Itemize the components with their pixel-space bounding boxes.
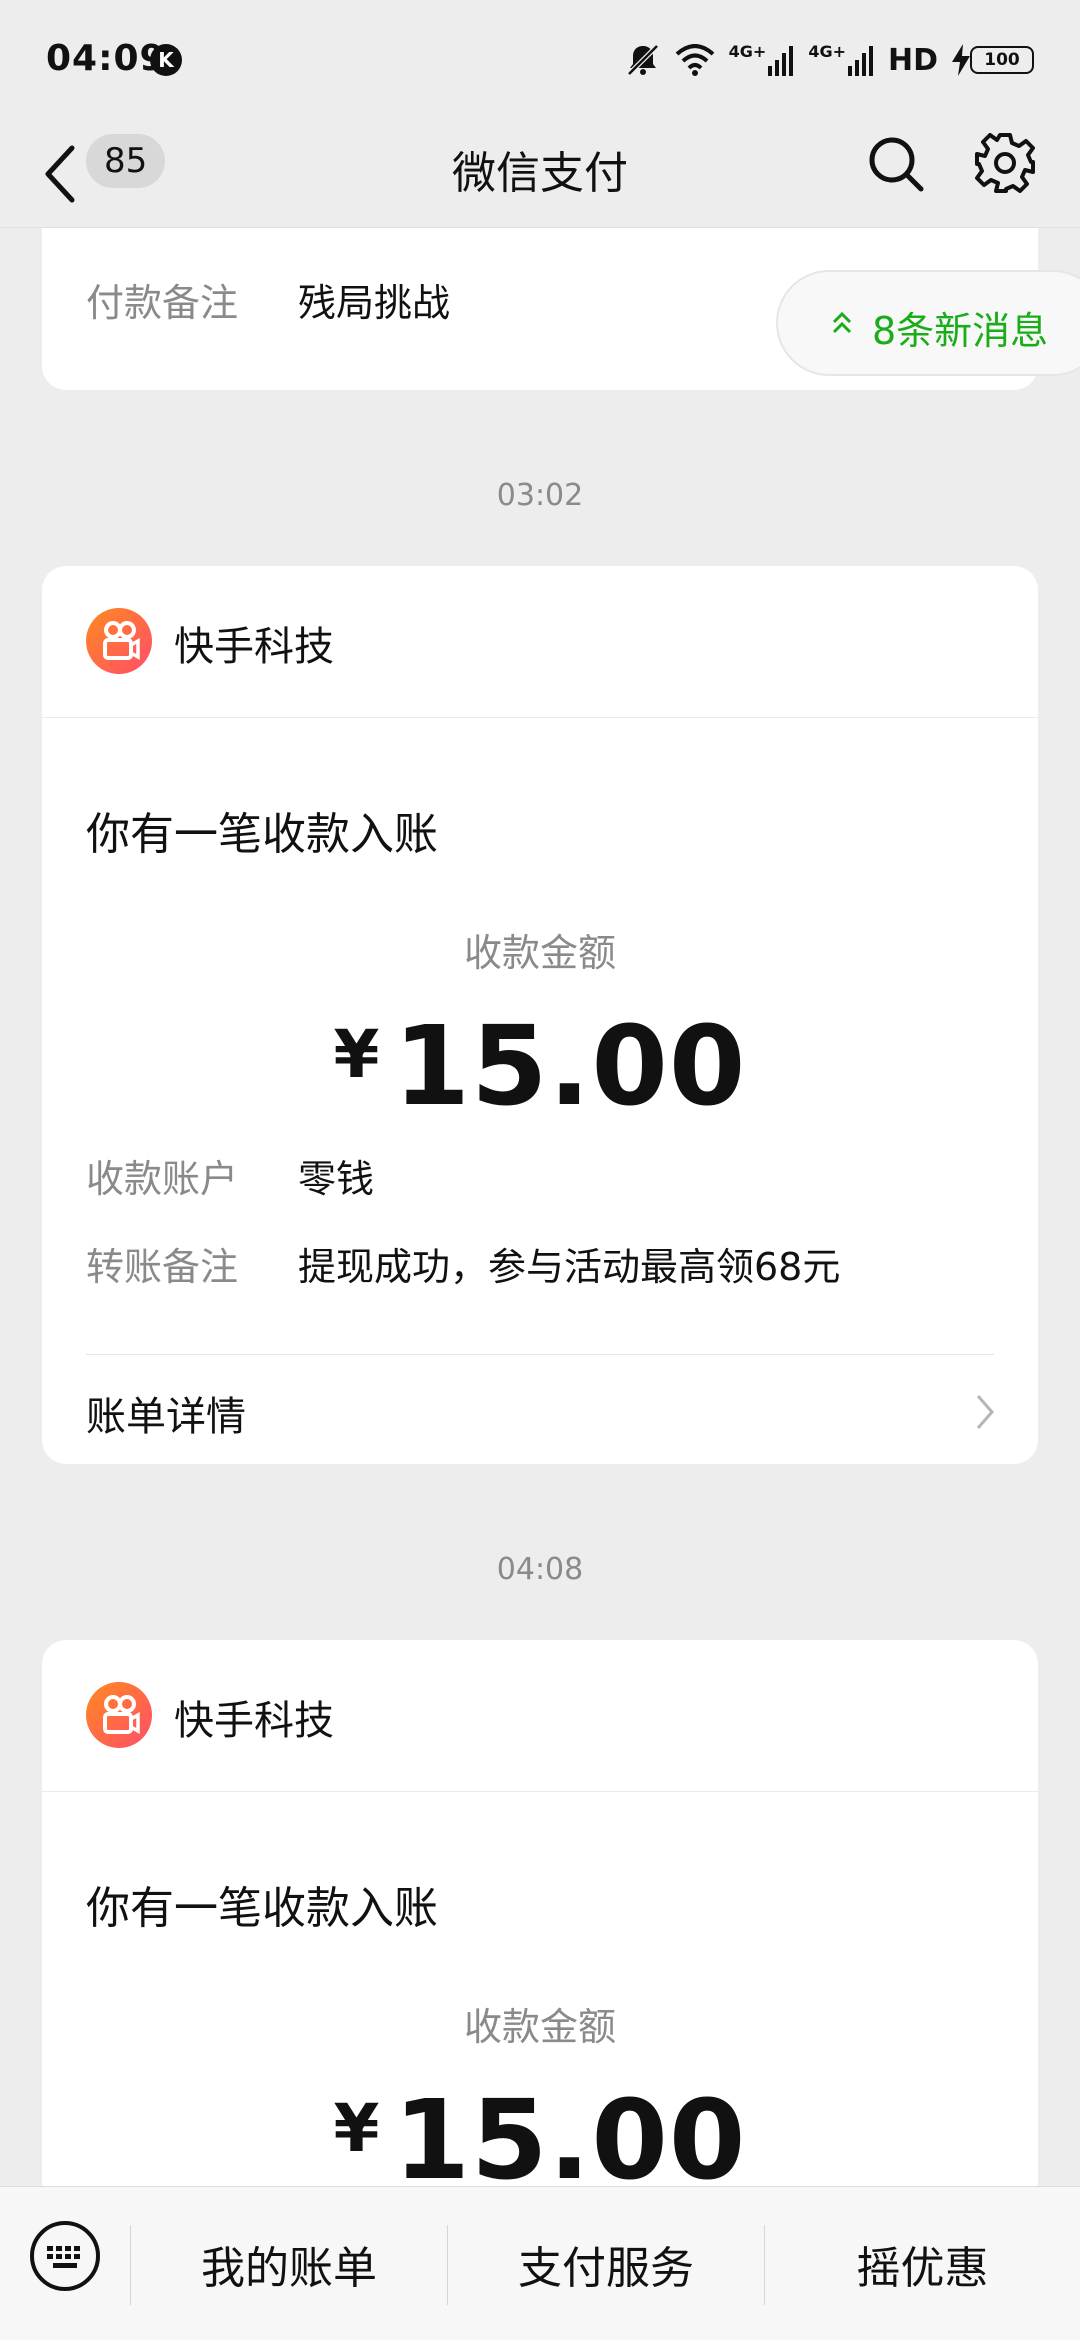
payment-message-card[interactable]: 快手科技 你有一笔收款入账 收款金额 ¥15.00 收款账户 零钱 转账备注 提… xyxy=(42,566,1038,1464)
signal-bars-icon xyxy=(847,46,873,76)
account-value: 零钱 xyxy=(298,1157,375,1201)
signal-bars-icon xyxy=(768,46,794,76)
amount-value: ¥15.00 xyxy=(42,1002,1038,1130)
bill-details-link[interactable]: 账单详情 xyxy=(86,1384,246,1442)
amount-label: 收款金额 xyxy=(463,931,616,975)
message-heading: 你有一笔收款入账 xyxy=(86,1883,438,1934)
message-timestamp: 03:02 xyxy=(496,478,584,513)
account-row: 收款账户 零钱 xyxy=(86,1148,374,1203)
network-type-1: 4G+ xyxy=(728,42,767,61)
transfer-note-value: 提现成功，参与活动最高领68元 xyxy=(298,1245,841,1289)
transfer-note-row: 转账备注 提现成功，参与活动最高领68元 xyxy=(86,1236,840,1291)
status-icons: 4G+ 4G+ HD xyxy=(625,40,970,80)
card-divider xyxy=(86,1354,994,1355)
status-bar: 04:09 K 4G+ 4G+ HD 100 xyxy=(0,0,1080,120)
new-messages-label: 8条新消息 xyxy=(872,309,1049,353)
gear-icon[interactable] xyxy=(974,132,1036,194)
signal-2: 4G+ xyxy=(808,44,874,76)
menu-payment-services[interactable]: 支付服务 xyxy=(448,2187,764,2340)
bottom-menu-bar: 我的账单 支付服务 摇优惠 xyxy=(0,2186,1080,2340)
bell-muted-icon xyxy=(626,44,659,76)
menu-my-bills[interactable]: 我的账单 xyxy=(131,2187,447,2340)
search-icon[interactable] xyxy=(866,134,926,194)
charging-icon xyxy=(952,44,970,76)
amount-number: 15.00 xyxy=(393,1002,747,1130)
kuaishou-logo-icon xyxy=(86,1682,152,1748)
menu-shake-offers[interactable]: 摇优惠 xyxy=(765,2187,1080,2340)
merchant-name: 快手科技 xyxy=(174,624,334,670)
merchant-name: 快手科技 xyxy=(174,1698,334,1744)
payment-note-row: 付款备注 残局挑战 xyxy=(86,272,450,327)
hd-indicator: HD xyxy=(887,42,938,78)
payment-message-card[interactable]: 快手科技 你有一笔收款入账 收款金额 ¥15.00 xyxy=(42,1640,1038,2240)
payment-note-value: 残局挑战 xyxy=(298,281,451,325)
message-heading: 你有一笔收款入账 xyxy=(86,809,438,860)
new-messages-button[interactable]: 8条新消息 xyxy=(776,270,1080,376)
card-header: 快手科技 xyxy=(42,566,1038,718)
signal-1: 4G+ xyxy=(729,44,795,76)
keyboard-icon[interactable] xyxy=(28,2219,102,2293)
card-header: 快手科技 xyxy=(42,1640,1038,1792)
payment-note-label: 付款备注 xyxy=(86,281,239,325)
amount-value: ¥15.00 xyxy=(42,2076,1038,2204)
k-badge-icon: K xyxy=(150,44,182,76)
network-type-2: 4G+ xyxy=(808,42,846,61)
amount-number: 15.00 xyxy=(393,2076,747,2204)
account-label: 收款账户 xyxy=(86,1157,239,1201)
amount-label: 收款金额 xyxy=(463,2005,616,2049)
double-chevron-up-icon xyxy=(832,311,852,334)
currency-symbol: ¥ xyxy=(333,1016,380,1093)
transfer-note-label: 转账备注 xyxy=(86,1245,239,1289)
message-timestamp: 04:08 xyxy=(496,1552,584,1587)
currency-symbol: ¥ xyxy=(333,2090,380,2167)
title-bar: 85 微信支付 xyxy=(0,120,1080,228)
battery-icon: 100 xyxy=(970,46,1034,74)
chevron-right-icon xyxy=(976,1395,994,1429)
kuaishou-logo-icon xyxy=(86,608,152,674)
status-time: 04:09 xyxy=(46,38,166,79)
wifi-icon xyxy=(675,44,714,76)
